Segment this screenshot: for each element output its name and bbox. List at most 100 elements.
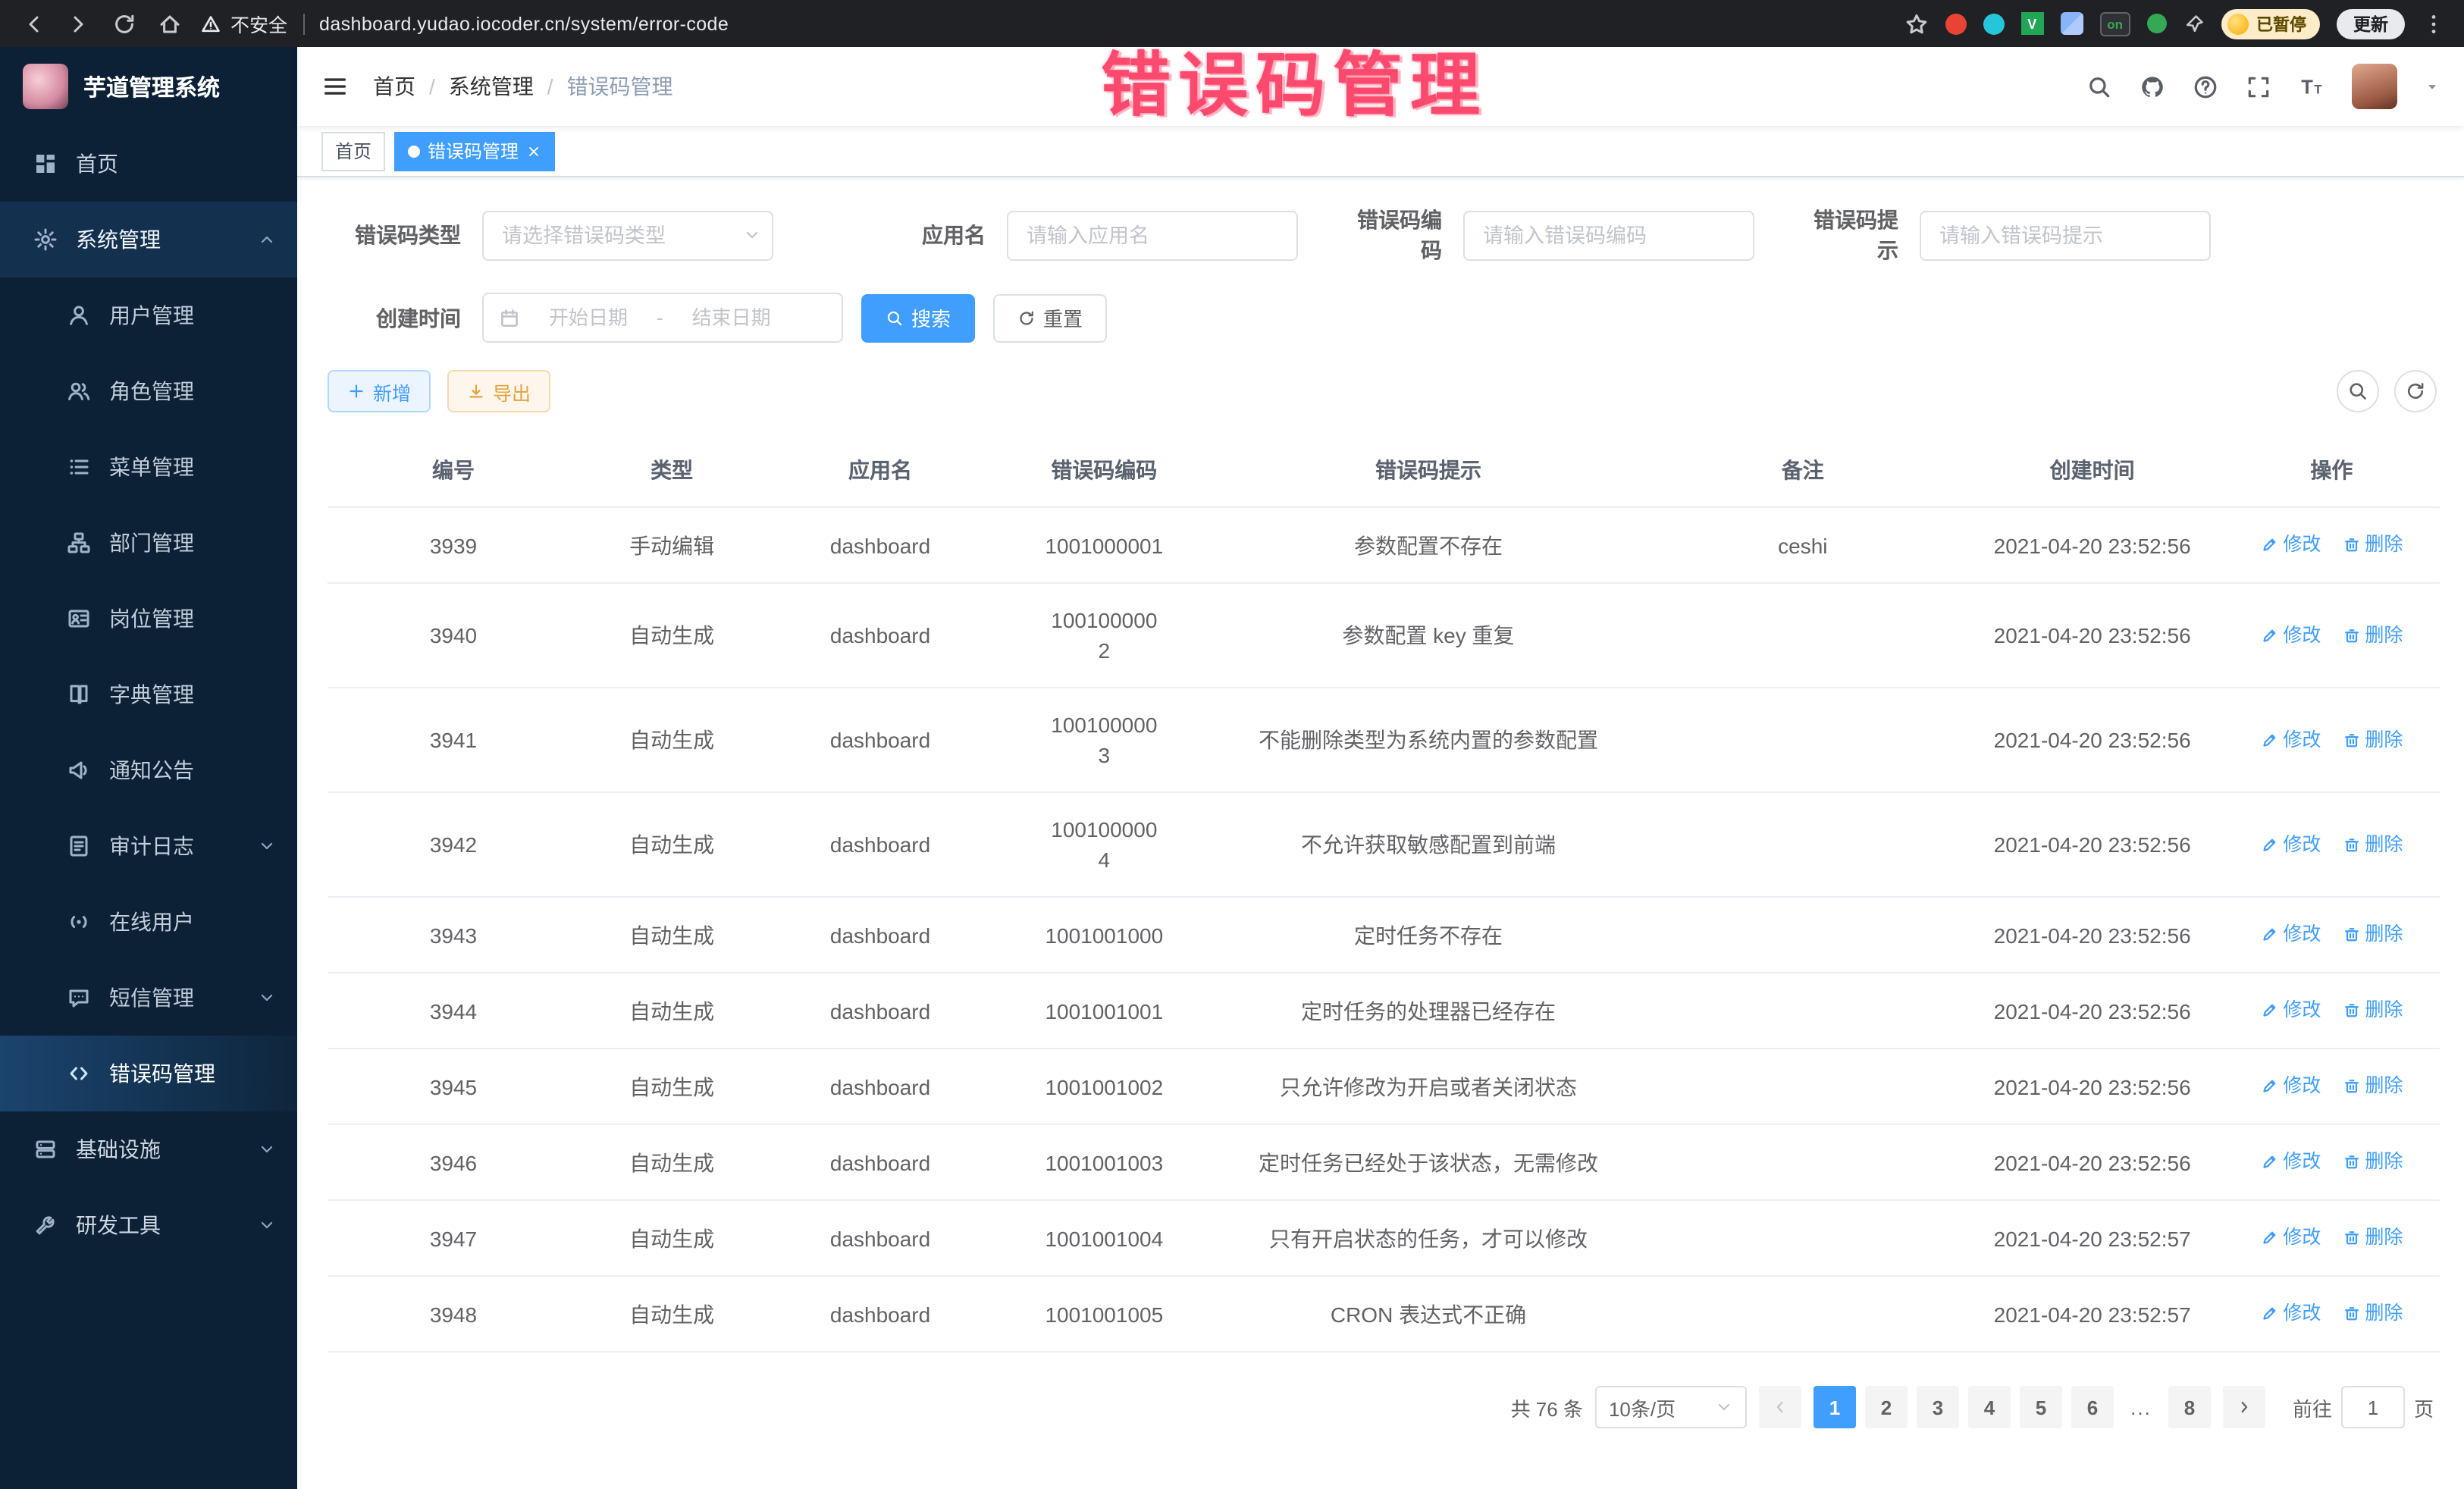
- search-toggle-button[interactable]: [2337, 370, 2379, 412]
- edit-button[interactable]: 修改: [2260, 1071, 2321, 1101]
- delete-button[interactable]: 删除: [2342, 619, 2403, 650]
- sidebar-item-sms-mgmt[interactable]: 短信管理: [0, 960, 297, 1036]
- page-button[interactable]: 2: [1865, 1386, 1908, 1428]
- sidebar-item-dict-mgmt[interactable]: 字典管理: [0, 657, 297, 732]
- extension-icon[interactable]: [1945, 13, 1966, 34]
- edit-button[interactable]: 修改: [2260, 724, 2321, 754]
- sidebar-item-post-mgmt[interactable]: 岗位管理: [0, 581, 297, 657]
- tab-close-icon[interactable]: [526, 143, 541, 158]
- goto-page-input[interactable]: [2341, 1386, 2405, 1428]
- delete-button[interactable]: 删除: [2342, 1071, 2403, 1101]
- app-name-field[interactable]: [1007, 210, 1298, 260]
- breadcrumb-system[interactable]: 系统管理: [449, 71, 534, 102]
- sidebar-item-system-mgmt[interactable]: 系统管理: [0, 202, 297, 277]
- profile-paused-badge[interactable]: 已暂停: [2221, 8, 2320, 39]
- cell-id: 3942: [328, 792, 579, 897]
- delete-button[interactable]: 删除: [2342, 1146, 2403, 1177]
- reset-button[interactable]: 重置: [993, 293, 1107, 342]
- security-chip[interactable]: 不安全: [200, 9, 287, 38]
- sidebar-item-infrastructure[interactable]: 基础设施: [0, 1111, 297, 1187]
- error-msg-input[interactable]: [1920, 210, 2211, 260]
- bookmark-star-icon[interactable]: [1904, 11, 1928, 36]
- page-button[interactable]: 6: [2071, 1386, 2114, 1428]
- delete-button[interactable]: 删除: [2342, 1222, 2403, 1252]
- edit-button[interactable]: 修改: [2260, 529, 2321, 560]
- sidebar-item-home[interactable]: 首页: [0, 126, 297, 202]
- start-date-input[interactable]: [529, 306, 647, 329]
- next-page-button[interactable]: [2223, 1386, 2265, 1428]
- help-icon[interactable]: [2193, 74, 2218, 99]
- sidebar-item-error-code-mgmt[interactable]: 错误码管理: [0, 1036, 297, 1111]
- edit-button[interactable]: 修改: [2260, 1146, 2321, 1177]
- page-size-select[interactable]: 10条/页: [1595, 1386, 1747, 1428]
- page-ellipsis[interactable]: ...: [2123, 1396, 2159, 1418]
- error-msg-field[interactable]: [1920, 210, 2211, 260]
- delete-button[interactable]: 删除: [2342, 529, 2403, 560]
- edit-button[interactable]: 修改: [2260, 919, 2321, 949]
- address-url[interactable]: dashboard.yudao.iocoder.cn/system/error-…: [319, 13, 729, 34]
- extension-icon[interactable]: [2060, 12, 2083, 35]
- sidebar-item-label: 系统管理: [76, 224, 161, 255]
- cell-actions: 修改删除: [2224, 792, 2440, 897]
- extension-icon[interactable]: [2147, 14, 2167, 33]
- search-icon[interactable]: [2086, 74, 2112, 99]
- caret-down-icon[interactable]: [2425, 79, 2440, 94]
- hamburger-icon[interactable]: [321, 73, 349, 100]
- error-code-field[interactable]: [1463, 210, 1754, 260]
- sidebar-item-user-mgmt[interactable]: 用户管理: [0, 277, 297, 353]
- edit-button[interactable]: 修改: [2260, 995, 2321, 1025]
- export-button[interactable]: 导出: [447, 370, 550, 412]
- end-date-input[interactable]: [672, 306, 791, 329]
- avatar[interactable]: [2352, 64, 2397, 109]
- edit-button[interactable]: 修改: [2260, 829, 2321, 859]
- back-icon[interactable]: [21, 11, 45, 36]
- refresh-button[interactable]: [2394, 370, 2437, 412]
- sidebar-item-online-users[interactable]: 在线用户: [0, 884, 297, 960]
- tab-error-code-mgmt[interactable]: 错误码管理: [394, 131, 555, 171]
- error-code-input[interactable]: [1463, 210, 1754, 260]
- sidebar-item-menu-mgmt[interactable]: 菜单管理: [0, 429, 297, 505]
- home-icon[interactable]: [158, 11, 182, 36]
- sidebar-item-role-mgmt[interactable]: 角色管理: [0, 353, 297, 429]
- app-name-input[interactable]: [1007, 210, 1298, 260]
- page-button[interactable]: 3: [1917, 1386, 1959, 1428]
- fullscreen-icon[interactable]: [2246, 74, 2271, 99]
- sidebar-item-audit-log[interactable]: 审计日志: [0, 808, 297, 884]
- error-type-select[interactable]: [482, 210, 773, 260]
- extension-icon[interactable]: V: [2020, 12, 2043, 35]
- edit-button[interactable]: 修改: [2260, 619, 2321, 650]
- update-button[interactable]: 更新: [2337, 8, 2405, 39]
- cell-time: 2021-04-20 23:52:56: [1961, 507, 2224, 583]
- pin-icon[interactable]: [2183, 13, 2205, 34]
- delete-button[interactable]: 删除: [2342, 995, 2403, 1025]
- page-button[interactable]: 8: [2168, 1386, 2211, 1428]
- search-button[interactable]: 搜索: [861, 293, 975, 342]
- add-button[interactable]: 新增: [328, 370, 431, 412]
- reload-icon[interactable]: [112, 11, 136, 36]
- tab-home[interactable]: 首页: [321, 131, 385, 171]
- delete-button[interactable]: 删除: [2342, 829, 2403, 859]
- sidebar-item-dev-tools[interactable]: 研发工具: [0, 1187, 297, 1263]
- error-type-select-input[interactable]: [482, 210, 773, 260]
- edit-button[interactable]: 修改: [2260, 1298, 2321, 1328]
- font-size-icon[interactable]: TT: [2299, 74, 2324, 99]
- page-button[interactable]: 1: [1814, 1386, 1856, 1428]
- page-button[interactable]: 5: [2020, 1386, 2062, 1428]
- page-button[interactable]: 4: [1968, 1386, 2011, 1428]
- breadcrumb-home[interactable]: 首页: [373, 71, 415, 102]
- delete-button[interactable]: 删除: [2342, 919, 2403, 949]
- extension-icon[interactable]: on: [2099, 11, 2130, 36]
- table-row: 3944自动生成dashboard1001001001定时任务的处理器已经存在2…: [328, 973, 2440, 1049]
- chevron-down-icon: [258, 989, 276, 1007]
- delete-button[interactable]: 删除: [2342, 1298, 2403, 1328]
- prev-page-button[interactable]: [1759, 1386, 1801, 1428]
- forward-icon[interactable]: [67, 11, 91, 36]
- edit-button[interactable]: 修改: [2260, 1222, 2321, 1252]
- delete-button[interactable]: 删除: [2342, 724, 2403, 754]
- github-icon[interactable]: [2140, 74, 2165, 99]
- sidebar-item-dept-mgmt[interactable]: 部门管理: [0, 505, 297, 581]
- date-range-picker[interactable]: -: [482, 293, 843, 343]
- sidebar-item-notice[interactable]: 通知公告: [0, 732, 297, 808]
- browser-menu-icon[interactable]: [2422, 11, 2446, 36]
- extension-icon[interactable]: [1983, 13, 2004, 34]
